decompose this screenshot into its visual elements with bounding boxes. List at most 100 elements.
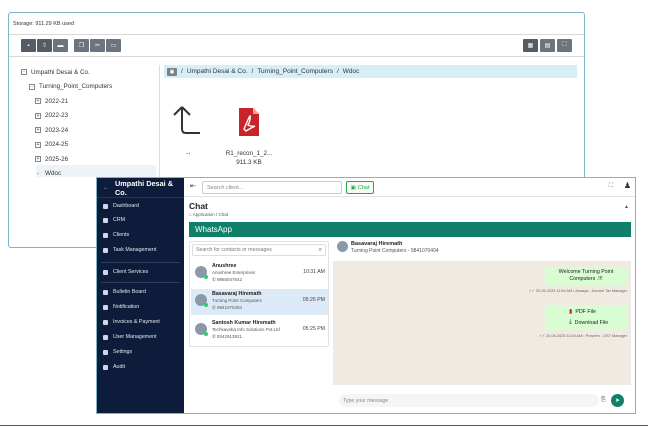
pdf-icon: ▮	[569, 309, 573, 315]
tree-item-label: Umpathi Desai & Co.	[31, 68, 90, 76]
sidebar-item-clients[interactable]: Clients	[103, 232, 129, 238]
attach-icon[interactable]: ⎘	[601, 397, 606, 404]
fullscreen-icon[interactable]: ⛶	[609, 183, 613, 190]
invoice-icon	[103, 319, 108, 325]
tree-item-year[interactable]: + 2023-24	[35, 123, 112, 138]
tree-item-label: 2024-25	[45, 141, 69, 149]
contact-search-input[interactable]: Search for contacts or messages ⌕	[192, 244, 326, 256]
services-icon	[103, 269, 108, 275]
send-button[interactable]: ➤	[611, 394, 624, 407]
file-item[interactable]: R1_recon_1_2... 911.3 KB	[214, 149, 284, 167]
avatar[interactable]: ♟	[624, 181, 631, 190]
view-toolbar: ▦ ▤ ⛶	[523, 39, 572, 52]
collapse-icon[interactable]: -	[35, 171, 41, 177]
parent-folder-label[interactable]: ..	[186, 147, 190, 156]
search-client-input[interactable]: Search client...	[202, 181, 342, 194]
sidebar-item-label: Clients	[113, 232, 130, 238]
grid-view-icon[interactable]: ▦	[523, 39, 538, 52]
tree-item-root[interactable]: - Umpathi Desai & Co.	[21, 65, 112, 80]
search-icon[interactable]: ⌕	[319, 247, 322, 254]
expand-icon[interactable]: +	[35, 156, 41, 163]
collapse-sidebar-icon[interactable]: ⇤	[190, 182, 196, 190]
top-bar: ⇤ Search client... ▣ Chat ⛶ ♟	[184, 178, 635, 197]
contact-name: Santosh Kumar Hiremath	[212, 320, 276, 326]
contact-org: Turning Point Computers	[212, 298, 262, 303]
sidebar-item-label: Dashboard	[113, 203, 139, 209]
sidebar-item-label: Settings	[113, 349, 133, 355]
upload-icon[interactable]: ⇧	[37, 39, 52, 52]
folder-home-icon[interactable]: ▣	[167, 67, 177, 76]
breadcrumb-item[interactable]: Wdoc	[343, 68, 360, 75]
folder-icon[interactable]: ▪	[21, 39, 36, 52]
message-input[interactable]: Type your message	[339, 394, 599, 407]
sidebar-item-users[interactable]: User Management	[103, 334, 157, 340]
expand-icon[interactable]: +	[35, 141, 41, 148]
sidebar-item-notification[interactable]: Notification	[103, 304, 139, 310]
list-view-icon[interactable]: ▤	[540, 39, 555, 52]
bell-icon	[103, 304, 108, 310]
contact-name: Basavaraj Hiremath	[212, 291, 262, 297]
message-meta-text: 20-06-2025 11:54 AM • Praveen - GST Mana…	[546, 334, 627, 338]
divider	[9, 34, 584, 35]
sidebar-divider	[101, 262, 180, 263]
contact-search-placeholder: Search for contacts or messages	[196, 247, 272, 253]
sidebar-item-tasks[interactable]: Task Management	[103, 247, 156, 253]
tree-item-client[interactable]: - Turning_Point_Computers	[29, 80, 112, 95]
expand-icon[interactable]: +	[35, 127, 41, 134]
bulletin-icon	[103, 289, 108, 295]
expand-icon[interactable]: +	[35, 112, 41, 119]
sidebar-divider	[101, 282, 180, 283]
list-item-selected[interactable]: Basavaraj Hiremath Turning Point Compute…	[191, 289, 328, 315]
tree-item-year[interactable]: + 2024-25	[35, 138, 112, 153]
download-label: Download File	[574, 319, 609, 326]
sidebar-item-invoices[interactable]: Invoices & Payment	[103, 319, 160, 325]
message-meta: ✓✓ 20-06-2025 11:54 AM • Praveen - GST M…	[539, 333, 627, 338]
tree-item-year[interactable]: + 2022-21	[35, 94, 112, 109]
fullscreen-icon[interactable]: ⛶	[557, 39, 572, 52]
back-arrow-icon[interactable]: ←	[103, 185, 109, 191]
tree-item-year[interactable]: + 2022-23	[35, 109, 112, 124]
sidebar-item-settings[interactable]: Settings	[103, 349, 132, 355]
download-link[interactable]: ⤓ Download File	[569, 319, 608, 326]
sidebar-item-label: Task Management	[113, 247, 157, 253]
collapse-icon[interactable]: -	[29, 83, 35, 90]
sidebar-item-label: User Management	[113, 334, 157, 340]
phone-number: 9860047642	[217, 277, 243, 282]
brand-name: Umpathi Desai & Co.	[115, 178, 173, 197]
sidebar-item-crm[interactable]: CRM	[103, 217, 125, 223]
sidebar: ← Umpathi Desai & Co. Dashboard CRM Clie…	[97, 178, 184, 413]
sidebar-item-label: Client Services	[113, 269, 149, 275]
scroll-up-icon[interactable]: ▲	[624, 204, 629, 210]
tree-item-year[interactable]: + 2025-26	[35, 152, 112, 167]
cut-icon[interactable]: ✂	[90, 39, 105, 52]
double-check-icon: ✓✓	[538, 334, 547, 338]
divider	[9, 56, 584, 57]
pdf-file-icon[interactable]	[237, 107, 261, 137]
expand-icon[interactable]: +	[35, 98, 41, 105]
avatar	[337, 241, 348, 252]
list-item[interactable]: Anushree Anushree Enterprises ✆ 98600476…	[191, 261, 328, 287]
sidebar-item-label: Notification	[113, 304, 140, 310]
clients-icon	[103, 232, 108, 238]
sidebar-item-bulletin[interactable]: Bulletin Board	[103, 289, 146, 295]
collapse-icon[interactable]: -	[21, 69, 27, 76]
sidebar-item-audit[interactable]: Audit	[103, 364, 125, 370]
copy-icon[interactable]: ❐	[74, 39, 89, 52]
sidebar-item-label: CRM	[113, 217, 126, 223]
chat-button[interactable]: ▣ Chat	[346, 181, 374, 194]
tree-item-label: 2023-24	[45, 126, 69, 134]
home-icon[interactable]: ⌂	[189, 212, 192, 217]
file-size: 911.3 KB	[236, 159, 262, 166]
trash-icon[interactable]: ▬	[53, 39, 68, 52]
send-icon: ➤	[614, 398, 621, 404]
paste-icon[interactable]: ▭	[106, 39, 121, 52]
dashboard-icon	[103, 203, 108, 209]
message-meta-text: 20-06-2025 11:54 AM • Anaaya - Income Ta…	[535, 289, 627, 293]
list-item[interactable]: Santosh Kumar Hiremath Techkaveba Info S…	[191, 318, 328, 344]
sidebar-item-dashboard[interactable]: Dashboard	[103, 203, 139, 209]
breadcrumb-item[interactable]: Turning_Point_Computers	[257, 68, 333, 75]
sidebar-item-client-services[interactable]: Client Services	[103, 269, 148, 275]
up-arrow-icon[interactable]	[172, 103, 202, 139]
message-meta: ✓✓ 20-06-2025 11:54 AM • Anaaya - Income…	[528, 288, 627, 293]
breadcrumb-item[interactable]: Umpathi Desai & Co.	[187, 68, 248, 75]
